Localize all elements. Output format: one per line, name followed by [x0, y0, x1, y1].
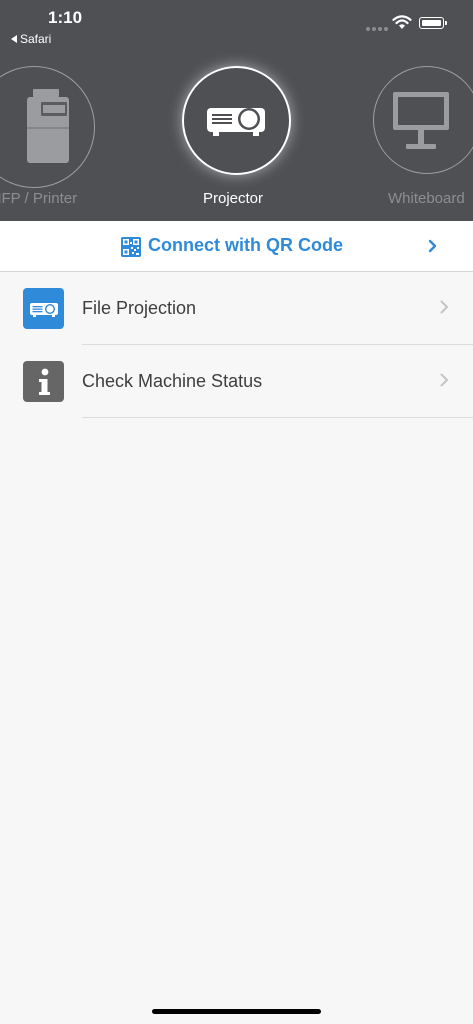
info-icon	[38, 368, 50, 395]
menu-item-check-machine-status[interactable]: Check Machine Status	[0, 345, 473, 418]
connect-qr-label: Connect with QR Code	[148, 235, 343, 255]
status-time: 1:10	[48, 8, 83, 27]
connect-qr-button[interactable]: Connect with QR Code	[0, 221, 473, 272]
wifi-icon	[392, 15, 412, 29]
back-label: Safari	[20, 32, 52, 46]
status-bar: 1:10 Safari	[0, 0, 473, 52]
home-indicator[interactable]	[152, 1009, 321, 1014]
file-projection-icon-tile	[23, 288, 64, 329]
projector-icon	[206, 107, 265, 136]
menu-label-check-machine-status: Check Machine Status	[82, 371, 263, 391]
device-label-whiteboard: Whiteboard	[388, 190, 465, 207]
back-arrow-icon	[11, 35, 17, 43]
projector-circle[interactable]	[182, 66, 291, 175]
battery-icon	[419, 17, 447, 29]
printer-circle[interactable]	[0, 66, 95, 188]
chevron-right-icon	[428, 239, 437, 253]
divider	[82, 417, 473, 418]
device-selector-header: 1:10 Safari MFP / Printer	[0, 0, 473, 221]
menu-label-file-projection: File Projection	[82, 298, 197, 318]
whiteboard-circle[interactable]	[373, 66, 473, 174]
status-icon-tile	[23, 361, 64, 402]
back-to-safari[interactable]: Safari	[11, 32, 51, 46]
projector-icon	[29, 302, 58, 317]
chevron-right-icon	[440, 300, 448, 314]
menu-item-file-projection[interactable]: File Projection	[0, 272, 473, 345]
device-label-printer: MFP / Printer	[0, 190, 78, 207]
qr-code-icon	[121, 237, 141, 257]
device-label-projector: Projector	[203, 190, 264, 207]
printer-icon	[27, 89, 69, 163]
chevron-right-icon	[440, 373, 448, 387]
whiteboard-icon	[393, 92, 449, 149]
cellular-signal-icon	[366, 27, 388, 31]
